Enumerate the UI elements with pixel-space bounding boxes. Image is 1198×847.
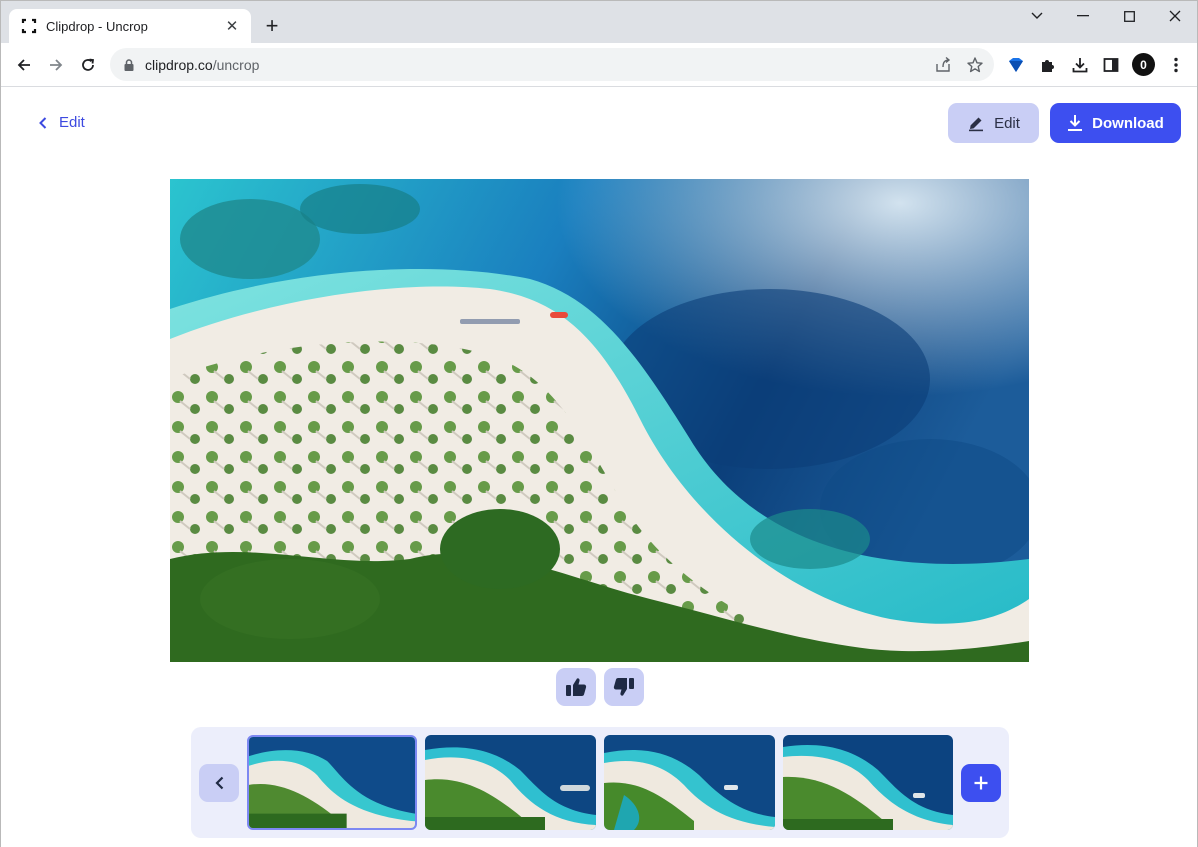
- url-text: clipdrop.co/uncrop: [145, 56, 260, 73]
- clipdrop-icon: [21, 18, 37, 34]
- download-icon: [1068, 115, 1083, 131]
- tab-close-icon[interactable]: ✕: [223, 17, 241, 35]
- new-tab-button[interactable]: +: [261, 13, 283, 38]
- edit-button[interactable]: Edit: [948, 103, 1039, 143]
- add-variation-button[interactable]: [961, 764, 1001, 802]
- download-icon[interactable]: [1069, 54, 1091, 76]
- chevron-left-icon: [214, 776, 223, 790]
- tab-search-icon[interactable]: [1014, 1, 1060, 31]
- lock-icon: [124, 58, 134, 71]
- thumbs-down-button[interactable]: [604, 668, 644, 706]
- thumbnail-variation[interactable]: [604, 735, 775, 830]
- variations-strip: [191, 727, 1009, 838]
- profile-avatar[interactable]: 0: [1132, 53, 1155, 76]
- forward-arrow-icon[interactable]: [42, 51, 70, 79]
- thumbnail-variation[interactable]: [425, 735, 596, 830]
- address-bar[interactable]: clipdrop.co/uncrop: [110, 48, 994, 81]
- extensions-puzzle-icon[interactable]: [1037, 54, 1059, 76]
- previous-button[interactable]: [199, 764, 239, 802]
- download-button-label: Download: [1092, 114, 1164, 132]
- maximize-button[interactable]: [1106, 1, 1152, 31]
- side-panel-icon[interactable]: [1100, 54, 1122, 76]
- share-icon[interactable]: [934, 56, 952, 74]
- browser-toolbar: clipdrop.co/uncrop 0: [1, 43, 1197, 87]
- back-arrow-icon[interactable]: [10, 51, 38, 79]
- uncrop-result-image: [170, 179, 1029, 662]
- extension-gem-icon[interactable]: [1005, 54, 1027, 76]
- back-to-edit-link[interactable]: Edit: [39, 114, 85, 131]
- minimize-button[interactable]: [1060, 1, 1106, 31]
- thumbs-up-icon: [566, 678, 587, 696]
- download-button[interactable]: Download: [1050, 103, 1181, 143]
- reload-icon[interactable]: [74, 51, 102, 79]
- more-menu-icon[interactable]: [1165, 54, 1187, 76]
- browser-window: Clipdrop - Uncrop ✕ + clipdrop.co/uncrop…: [0, 0, 1198, 847]
- tab-strip: Clipdrop - Uncrop ✕ +: [1, 1, 1197, 43]
- browser-tab[interactable]: Clipdrop - Uncrop ✕: [9, 9, 251, 43]
- thumbnail-variation[interactable]: [247, 735, 417, 830]
- thumbs-up-button[interactable]: [556, 668, 596, 706]
- pencil-icon: [969, 117, 984, 132]
- page-content: Edit Edit Download: [1, 88, 1197, 847]
- close-window-button[interactable]: [1152, 1, 1198, 31]
- thumbs-down-icon: [613, 678, 634, 696]
- thumbnail-variation[interactable]: [783, 735, 953, 830]
- chevron-left-icon: [39, 116, 47, 129]
- tab-title: Clipdrop - Uncrop: [46, 18, 148, 34]
- bookmark-star-icon[interactable]: [966, 56, 984, 74]
- plus-icon: [974, 776, 988, 790]
- back-link-label: Edit: [59, 114, 85, 131]
- edit-button-label: Edit: [994, 114, 1020, 132]
